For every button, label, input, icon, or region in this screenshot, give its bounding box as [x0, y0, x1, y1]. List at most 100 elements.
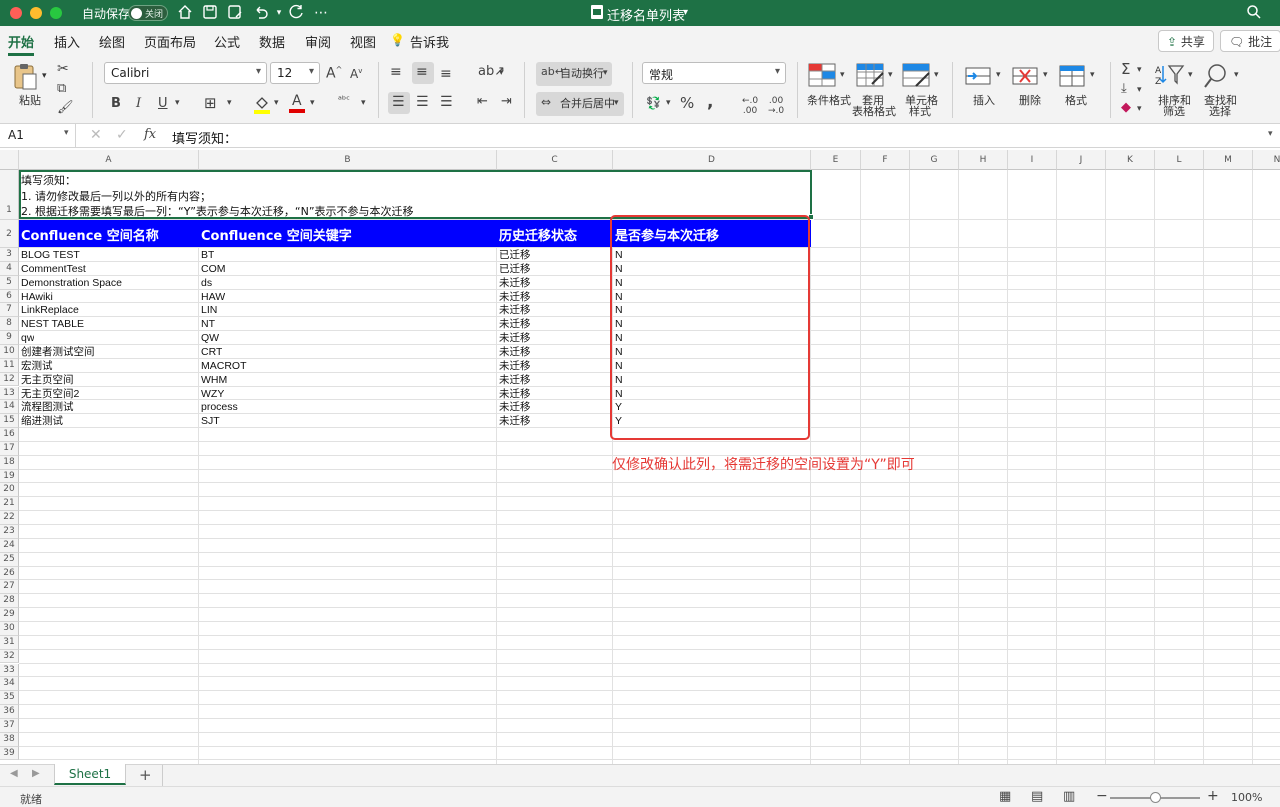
italic-icon[interactable]: I — [136, 96, 141, 111]
column-header-i[interactable]: I — [1008, 150, 1057, 170]
row-header[interactable]: 18 — [0, 455, 19, 470]
autosave-toggle[interactable]: 关闭 — [128, 5, 168, 21]
row-header[interactable]: 1 — [0, 170, 19, 220]
align-center-icon[interactable]: ☰ — [416, 94, 429, 110]
normal-view-icon[interactable]: ▦ — [999, 789, 1011, 804]
cell-space-key[interactable]: HAW — [199, 291, 225, 304]
cell-space-key[interactable]: WHM — [199, 374, 227, 387]
font-name-select[interactable]: Calibri ▾ — [104, 62, 267, 84]
column-header-e[interactable]: E — [811, 150, 861, 170]
tab-data[interactable]: 数据 — [259, 32, 285, 51]
column-header-g[interactable]: G — [910, 150, 959, 170]
font-size-select[interactable]: 12 ▾ — [270, 62, 320, 84]
spreadsheet-grid[interactable]: A B C D E F G H I J K L M N 1 2 3 4 5 6 7 8 9 10 1… — [0, 150, 1280, 764]
cell-space-key[interactable]: process — [199, 401, 238, 414]
column-header-l[interactable]: L — [1155, 150, 1204, 170]
undo-icon[interactable] — [252, 4, 270, 22]
tab-review[interactable]: 审阅 — [305, 32, 331, 51]
delete-cells-label[interactable]: 删除 — [1019, 95, 1041, 107]
cell-space-key[interactable]: QW — [199, 332, 219, 345]
row-header[interactable]: 29 — [0, 608, 19, 622]
row-header[interactable]: 39 — [0, 746, 19, 761]
insert-cells-label[interactable]: 插入 — [973, 95, 995, 107]
chevron-down-icon[interactable]: ▾ — [666, 98, 671, 108]
row-header[interactable]: 37 — [0, 718, 19, 733]
increase-decimal-icon[interactable]: ←.0.00 — [742, 96, 758, 116]
redo-icon[interactable] — [287, 4, 305, 22]
cell-history-status[interactable]: 未迁移 — [497, 388, 531, 401]
cell-styles-icon[interactable] — [902, 62, 932, 90]
close-window-button[interactable] — [10, 7, 22, 19]
increase-indent-icon[interactable]: ⇥ — [501, 94, 512, 109]
column-header-j[interactable]: J — [1057, 150, 1106, 170]
fill-icon[interactable]: ⤓ — [1121, 81, 1127, 96]
home-icon[interactable] — [176, 4, 194, 22]
row-header[interactable]: 33 — [0, 663, 19, 678]
cell-space-name[interactable]: 宏测试 — [19, 360, 53, 373]
column-header-a[interactable]: A — [19, 150, 199, 170]
format-as-table-label-2[interactable]: 表格格式 — [852, 106, 896, 118]
sort-filter-icon[interactable]: AZ — [1155, 62, 1185, 88]
cancel-icon[interactable]: ✕ — [90, 127, 102, 143]
find-select-label-2[interactable]: 选择 — [1209, 106, 1231, 118]
row-header[interactable]: 22 — [0, 511, 19, 525]
row-header[interactable]: 31 — [0, 635, 19, 650]
column-header-c[interactable]: C — [497, 150, 613, 170]
chevron-down-icon[interactable]: ▾ — [42, 70, 47, 82]
row-header[interactable]: 5 — [0, 275, 19, 290]
row-header[interactable]: 32 — [0, 649, 19, 664]
cut-icon[interactable]: ✂ — [57, 61, 69, 77]
chevron-down-icon[interactable]: ▾ — [175, 98, 180, 108]
row-header[interactable]: 26 — [0, 566, 19, 581]
chevron-down-icon[interactable]: ▾ — [499, 68, 504, 78]
column-header-b[interactable]: B — [199, 150, 497, 170]
row-header[interactable]: 15 — [0, 414, 19, 429]
page-layout-view-icon[interactable]: ▤ — [1031, 789, 1043, 804]
scroll-right-icon[interactable]: ▶ — [32, 768, 40, 779]
decrease-decimal-icon[interactable]: .00 →.0 — [768, 96, 784, 116]
cell-history-status[interactable]: 已迁移 — [497, 249, 531, 262]
chevron-down-icon[interactable]: ▾ — [310, 98, 315, 108]
chevron-down-icon[interactable]: ▾ — [274, 98, 279, 108]
cell-space-name[interactable]: 流程图测试 — [19, 401, 74, 414]
row-header[interactable]: 4 — [0, 261, 19, 276]
cell-history-status[interactable]: 未迁移 — [497, 401, 531, 414]
cell-space-name[interactable]: BLOG TEST — [19, 249, 80, 262]
conditional-format-label[interactable]: 条件格式 — [807, 95, 851, 107]
chevron-down-icon[interactable]: ▾ — [934, 70, 939, 80]
cell-space-key[interactable]: NT — [199, 318, 215, 331]
row-header[interactable]: 17 — [0, 441, 19, 456]
zoom-level[interactable]: 100% — [1231, 791, 1262, 804]
insert-function-icon[interactable]: fx — [144, 127, 156, 142]
page-break-view-icon[interactable]: ▥ — [1063, 789, 1075, 804]
chevron-down-icon[interactable]: ▾ — [996, 70, 1001, 80]
paste-icon[interactable] — [12, 62, 38, 92]
cell-history-status[interactable]: 未迁移 — [497, 332, 531, 345]
scroll-left-icon[interactable]: ◀ — [10, 768, 18, 779]
row-header[interactable]: 38 — [0, 732, 19, 747]
chevron-down-icon[interactable]: ▾ — [1137, 65, 1142, 75]
cell-history-status[interactable]: 未迁移 — [497, 346, 531, 359]
column-header-n[interactable]: N — [1253, 150, 1280, 170]
align-middle-icon[interactable]: ≡ — [416, 64, 428, 80]
table-header-space-key[interactable]: Confluence 空间关键字 — [199, 225, 352, 244]
copy-icon[interactable]: ⧉ — [57, 81, 66, 96]
column-header-k[interactable]: K — [1106, 150, 1155, 170]
cell-history-status[interactable]: 未迁移 — [497, 360, 531, 373]
chevron-down-icon[interactable]: ▾ — [840, 70, 845, 80]
align-bottom-icon[interactable]: ≡ — [440, 66, 452, 82]
column-header-h[interactable]: H — [959, 150, 1008, 170]
row-header[interactable]: 13 — [0, 386, 19, 401]
cell-space-key[interactable]: MACROT — [199, 360, 247, 373]
chevron-down-icon[interactable]: ▾ — [270, 4, 288, 22]
chevron-down-icon[interactable]: ▾ — [1043, 70, 1048, 80]
cell-space-name[interactable]: 缩进测试 — [19, 415, 63, 428]
chevron-down-icon[interactable]: ▾ — [683, 7, 688, 18]
format-painter-icon[interactable]: 🖌 — [57, 100, 74, 115]
row-header[interactable]: 6 — [0, 289, 19, 304]
row-header[interactable]: 34 — [0, 677, 19, 692]
document-title[interactable]: 迁移名单列表 — [607, 5, 685, 24]
search-icon[interactable] — [1245, 4, 1263, 22]
chevron-down-icon[interactable]: ▾ — [1137, 85, 1142, 95]
clear-icon[interactable]: ◆ — [1121, 100, 1131, 115]
